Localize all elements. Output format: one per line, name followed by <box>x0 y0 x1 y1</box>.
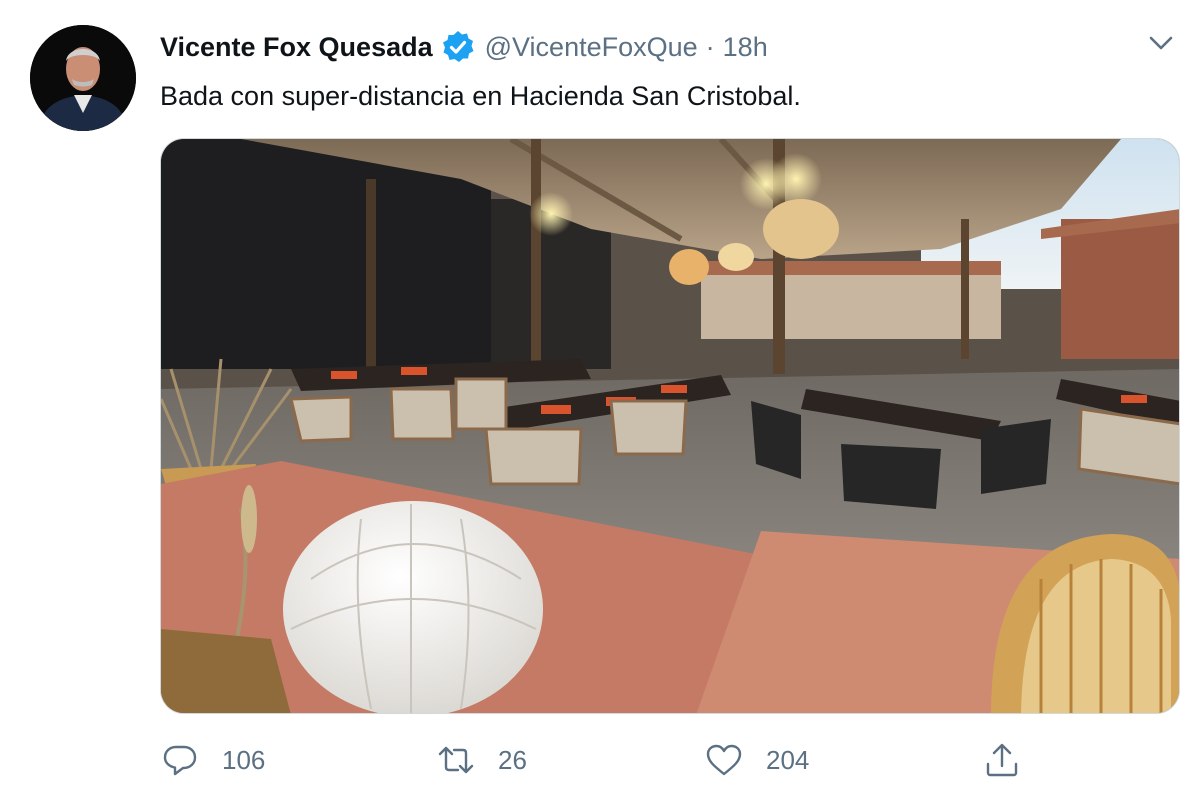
heart-icon <box>704 740 744 780</box>
retweet-icon <box>436 740 476 780</box>
share-button[interactable] <box>982 736 1044 784</box>
like-count: 204 <box>766 744 810 775</box>
verified-badge-icon <box>441 30 475 64</box>
share-icon <box>982 740 1022 780</box>
chevron-down-icon[interactable] <box>1144 26 1178 60</box>
reply-count: 106 <box>222 744 266 775</box>
author-name[interactable]: Vicente Fox Quesada <box>160 30 433 64</box>
header-separator: · <box>705 32 715 62</box>
tweet-photo[interactable] <box>160 138 1180 714</box>
reply-button[interactable]: 106 <box>160 736 265 784</box>
author-handle[interactable]: @VicenteFoxQue <box>485 30 698 64</box>
tweet-actions: 106 26 204 <box>160 736 1040 784</box>
reply-icon <box>160 740 200 780</box>
like-button[interactable]: 204 <box>704 736 809 784</box>
tweet-header: Vicente Fox Quesada @VicenteFoxQue · 18h <box>160 30 768 64</box>
retweet-count: 26 <box>498 744 527 775</box>
retweet-button[interactable]: 26 <box>436 736 527 784</box>
tweet-text: Bada con super-distancia en Hacienda San… <box>160 81 801 111</box>
tweet-timestamp[interactable]: 18h <box>723 30 768 64</box>
author-avatar[interactable] <box>30 25 136 131</box>
